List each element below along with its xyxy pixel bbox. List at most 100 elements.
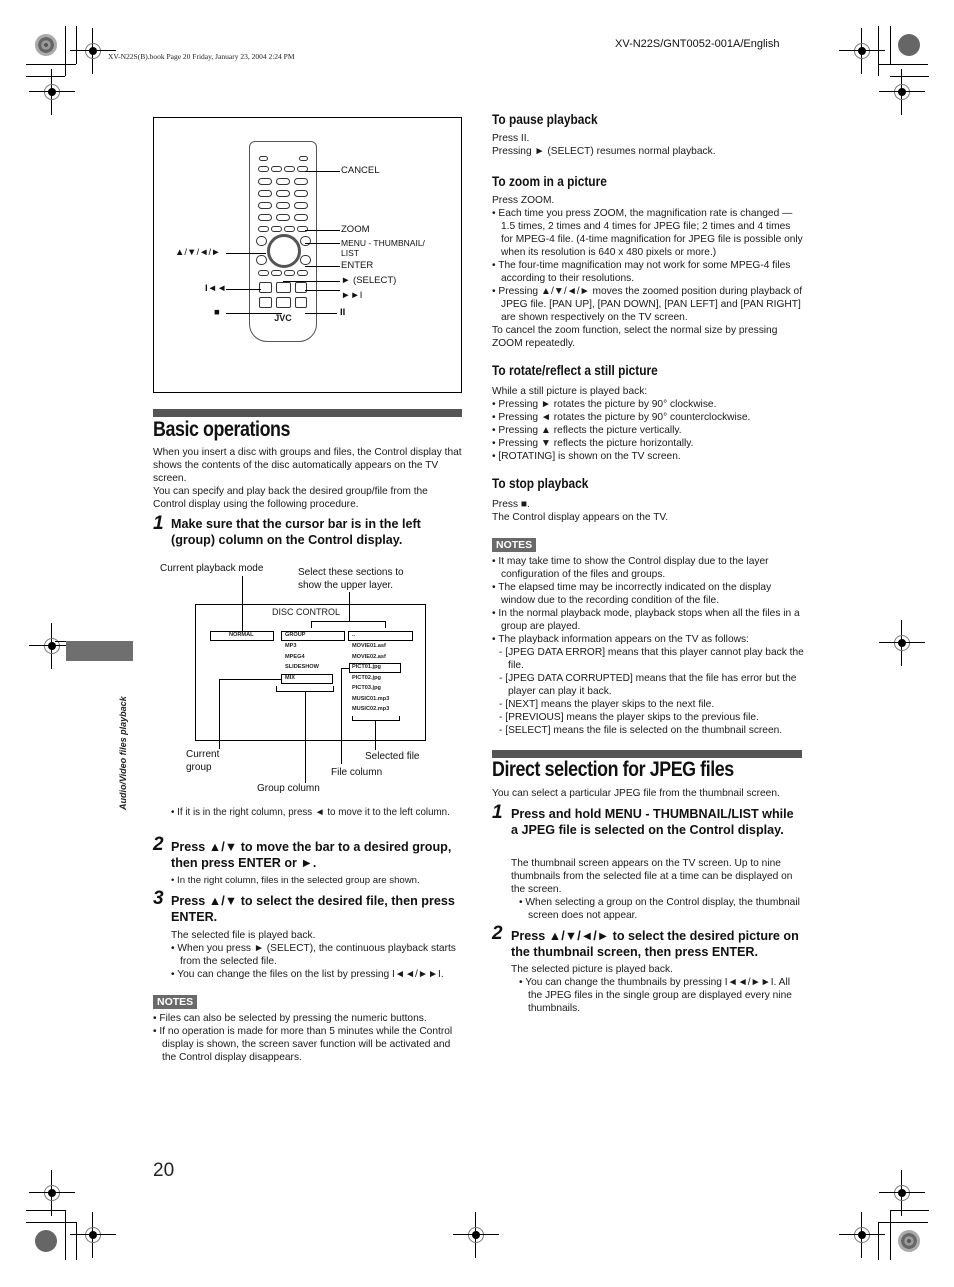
crop-mark	[878, 64, 928, 65]
crop-mark	[890, 1210, 929, 1211]
leader-line	[219, 679, 281, 680]
crop-mark	[878, 1222, 928, 1223]
callout-current-group: Current group	[186, 749, 220, 773]
section-title-direct-selection: Direct selection for JPEG files	[492, 758, 734, 781]
group-item: MIX	[285, 674, 295, 681]
disc-control-title: DISC CONTROL	[272, 607, 341, 617]
label-menu: MENU - THUMBNAIL/	[341, 238, 425, 248]
registration-disc-icon	[35, 34, 57, 56]
registration-crosshair-icon	[70, 1212, 116, 1258]
bracket	[352, 716, 353, 720]
step-number: 1	[153, 513, 164, 534]
bracket	[333, 686, 334, 691]
callout-upper-layer: Select these sections to show the upper …	[298, 567, 404, 591]
chapter-tab-leader	[55, 641, 66, 642]
leader-line	[305, 171, 340, 172]
direct-step1-body: The thumbnail screen appears on the TV s…	[511, 857, 803, 922]
bracket	[385, 621, 386, 628]
heading-stop-playback: To stop playback	[492, 475, 589, 491]
registration-crosshair-icon	[879, 1170, 925, 1216]
group-item: SLIDESHOW	[285, 664, 319, 670]
step-number: 2	[492, 923, 503, 944]
registration-crosshair-icon	[839, 28, 885, 74]
label-pause: II	[340, 307, 346, 318]
step-number: 3	[153, 888, 164, 909]
leader-line	[305, 313, 337, 314]
label-cancel: CANCEL	[341, 165, 380, 176]
label-zoom: ZOOM	[341, 224, 370, 235]
label-select: ► (SELECT)	[341, 275, 397, 286]
label-arrows: ▲/▼/◄/►	[175, 247, 221, 258]
basic-operations-intro: When you insert a disc with groups and f…	[153, 446, 463, 511]
leader-line	[305, 266, 340, 267]
registration-crosshair-icon	[879, 620, 925, 666]
rotate-body: While a still picture is played back: Pr…	[492, 385, 804, 463]
leader-line	[226, 253, 266, 254]
notes-badge: NOTES	[492, 538, 537, 552]
section-rule	[153, 409, 462, 417]
leader-line	[305, 230, 340, 231]
registration-disc-icon	[898, 34, 920, 56]
section-title-basic-operations: Basic operations	[153, 418, 291, 441]
leader-line	[226, 313, 282, 314]
callout-group-column: Group column	[257, 783, 320, 794]
leader-line	[305, 691, 306, 783]
group-column: GROUP MP3 MPEG4 SLIDESHOW MIX	[285, 632, 319, 685]
notes-section-left: NOTES Files can also be selected by pres…	[153, 992, 463, 1064]
step-number: 1	[492, 802, 503, 823]
crop-mark	[890, 1210, 891, 1260]
heading-zoom-picture: To zoom in a picture	[492, 173, 607, 189]
step-instruction: Make sure that the cursor bar is in the …	[171, 517, 421, 547]
step-instruction: Press ▲/▼ to select the desired file, th…	[171, 894, 455, 924]
leader-line	[305, 290, 340, 291]
intro-paragraph: You can specify and play back the desire…	[153, 486, 428, 510]
label-menu-list: LIST	[341, 248, 359, 258]
file-item: MUSIC01.mp3	[352, 695, 390, 702]
step-instruction: Press ▲/▼ to move the bar to a desired g…	[171, 840, 452, 870]
document-code: XV-N22S/GNT0052-001A/English	[615, 38, 780, 50]
crop-mark	[65, 26, 66, 76]
registration-crosshair-icon	[839, 1212, 885, 1258]
notes-section-right: NOTES It may take time to show the Contr…	[492, 535, 804, 737]
book-info-line: XV-N22S(B).book Page 20 Friday, January …	[108, 52, 295, 61]
step-number: 2	[153, 834, 164, 855]
crop-mark	[878, 26, 879, 76]
heading-pause-playback: To pause playback	[492, 111, 598, 127]
callout-file-column: File column	[331, 767, 383, 778]
leader-line	[341, 668, 349, 669]
page-number: 20	[153, 1160, 175, 1181]
crop-mark	[76, 26, 77, 64]
leader-line	[283, 281, 340, 282]
step2-note: In the right column, files in the select…	[171, 874, 463, 887]
registration-crosshair-icon	[453, 1212, 499, 1258]
step-instruction: Press ▲/▼/◄/► to select the desired pict…	[511, 929, 799, 959]
crop-mark	[26, 76, 65, 77]
intro-paragraph: When you insert a disc with groups and f…	[153, 447, 462, 484]
bracket	[352, 720, 400, 721]
direct-step2-body: The selected picture is played back. You…	[511, 963, 803, 1015]
pause-body: Press II. Pressing ► (SELECT) resumes no…	[492, 133, 716, 157]
file-item: MUSIC02.mp3	[352, 706, 390, 712]
bracket	[399, 716, 400, 720]
registration-crosshair-icon	[879, 69, 925, 115]
bracket	[311, 621, 312, 628]
chapter-tab	[66, 641, 133, 661]
group-item: MPEG4	[285, 653, 305, 660]
bracket	[311, 621, 386, 622]
crop-mark	[26, 1222, 76, 1223]
registration-crosshair-icon	[70, 28, 116, 74]
step1-note: If it is in the right column, press ◄ to…	[171, 806, 461, 819]
crop-mark	[65, 1210, 66, 1260]
playback-mode: NORMAL	[229, 632, 254, 638]
callout-playback-mode: Current playback mode	[160, 563, 264, 574]
file-item: MOVIE01.asf	[352, 643, 386, 649]
crop-mark	[76, 1222, 77, 1260]
group-item: GROUP	[285, 632, 306, 638]
crop-mark	[878, 1222, 879, 1260]
leader-line	[375, 720, 376, 750]
crop-mark	[26, 64, 76, 65]
zoom-body: Press ZOOM. Each time you press ZOOM, th…	[492, 194, 804, 350]
registration-disc-icon	[898, 1230, 920, 1252]
leader-line	[226, 289, 261, 290]
step-instruction: Press and hold MENU - THUMBNAIL/LIST whi…	[511, 807, 794, 837]
